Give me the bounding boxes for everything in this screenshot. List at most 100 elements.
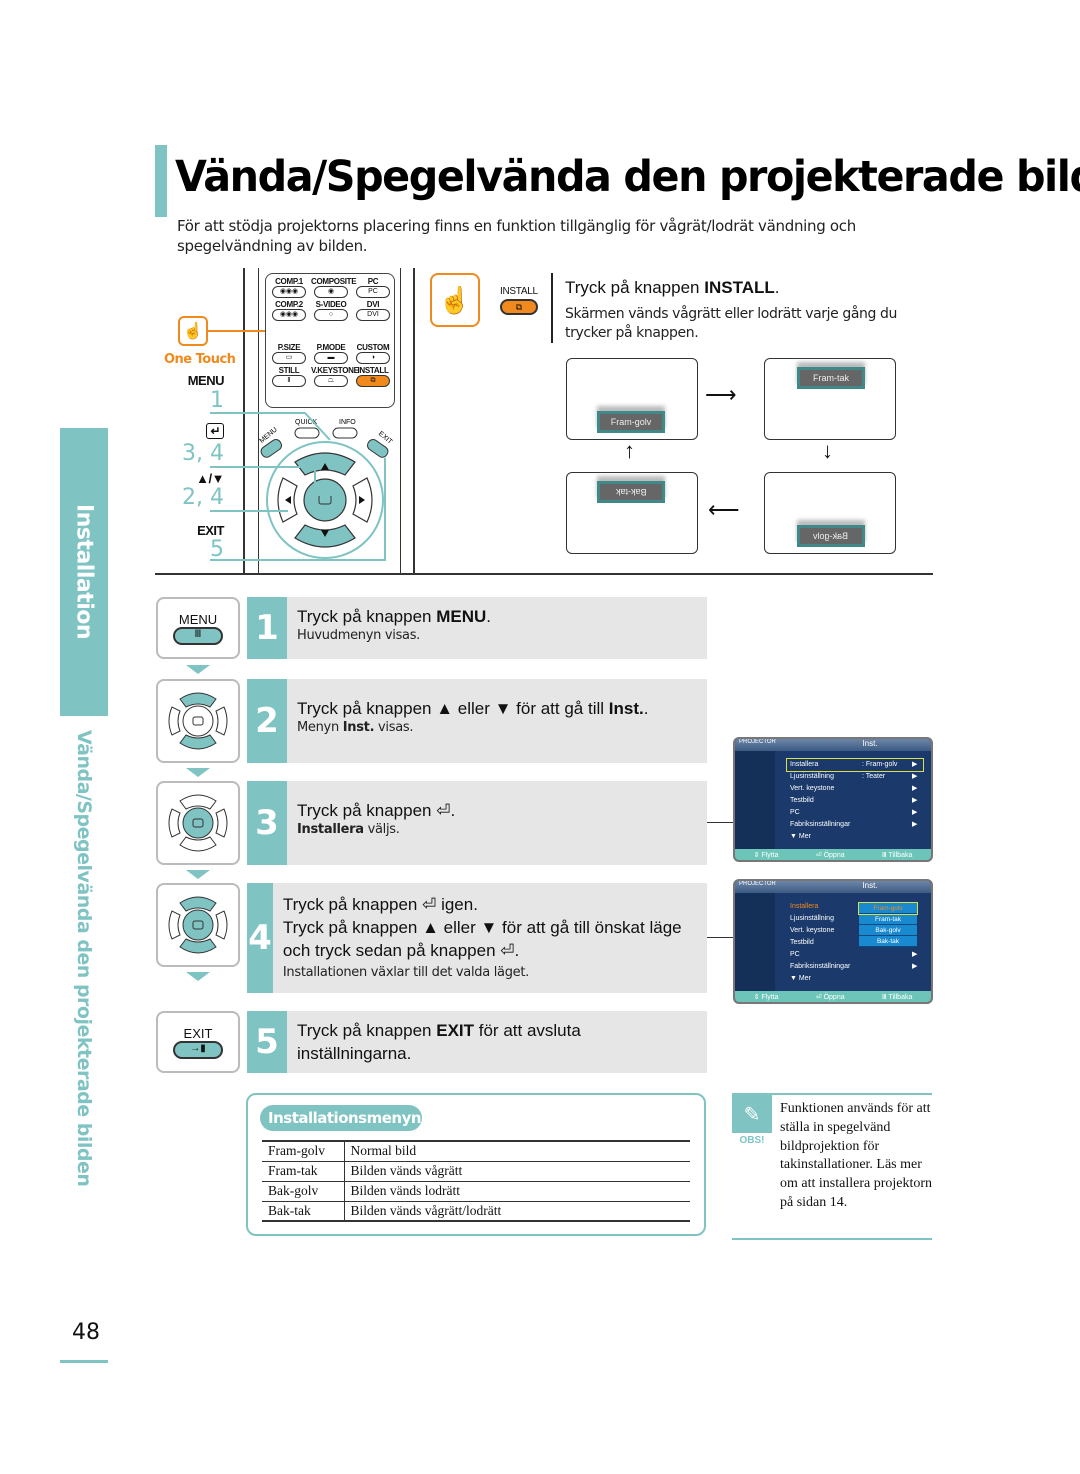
- arrow-left-icon: ⟵: [708, 497, 740, 522]
- step-instruction: Tryck på knappen MENU.: [297, 607, 492, 626]
- note-bottom-rule: [732, 1238, 932, 1240]
- osd-dropdown-option[interactable]: Fram-tak: [859, 914, 917, 925]
- install-mode-name: Bak-golv: [262, 1181, 345, 1202]
- osd-item-label: Ljusinställning: [790, 915, 834, 922]
- osd-item-label: Testbild: [790, 939, 814, 946]
- remote-button-comp2[interactable]: COMP.2 ◉◉◉: [268, 300, 310, 321]
- remote-button-dvi[interactable]: DVI DVI: [352, 300, 394, 321]
- osd-item-value: : Teater: [862, 773, 886, 780]
- install-mode-description: Normal bild: [344, 1140, 690, 1162]
- osd-dropdown-option[interactable]: Bak-golv: [859, 925, 917, 936]
- step-note: Installera väljs.: [297, 822, 400, 837]
- step-number: 4: [247, 883, 273, 993]
- osd-menu-item[interactable]: Testbild ▶: [787, 795, 923, 807]
- osd-item-label: Vert. keystone: [790, 785, 835, 792]
- osd-item-label: Installera: [790, 761, 819, 768]
- osd-menu-category-icons: [735, 751, 775, 851]
- table-row: Bak-golv Bilden vänds lodrätt: [262, 1181, 690, 1202]
- pencil-icon: ✎: [732, 1095, 772, 1133]
- note-label: OBS!: [739, 1135, 765, 1146]
- step-number: 3: [247, 781, 287, 865]
- remote-button-pmode[interactable]: P.MODE ▬: [310, 343, 352, 364]
- menu-button-icon[interactable]: Ⅲ: [173, 626, 223, 645]
- osd-menu-item[interactable]: PC ▶: [787, 807, 923, 819]
- menu-button-label: MENU: [178, 611, 218, 627]
- step-instruction: Tryck på knappen ⏎.: [297, 801, 456, 820]
- osd-menu-item[interactable]: Fabriksinställningar ▶: [787, 819, 923, 831]
- legend-leader-lines: [210, 412, 386, 561]
- osd-menu-screenshot-2: PROJECTORInst. Installera:Ljusinställnin…: [733, 879, 933, 1004]
- osd-item-label: PC: [790, 809, 800, 816]
- remote-button-comp1[interactable]: COMP.1 ◉◉◉: [268, 277, 310, 298]
- remote-button-composite[interactable]: COMPOSITE ◉: [310, 277, 357, 298]
- step-5: 5 Tryck på knappen EXIT för att avsluta …: [247, 1011, 707, 1073]
- osd-item-label: Ljusinställning: [790, 773, 834, 780]
- osd-menu-item[interactable]: PC ▶: [787, 949, 923, 961]
- osd-label-fram-tak: Fram-tak: [797, 367, 865, 389]
- nav-pad-enter-icon: [168, 794, 228, 852]
- osd-menu-items: Installera : Fram-golv ▶ Ljusinställning : T…: [786, 758, 924, 843]
- osd-menu-item[interactable]: Fabriksinställningar ▶: [787, 961, 923, 973]
- chevron-right-icon: ▶: [912, 821, 918, 828]
- page-title: Vända/Spegelvända den projekterade bilde…: [175, 152, 1080, 202]
- step-3: 3 Tryck på knappen ⏎. Installera väljs.: [247, 781, 707, 865]
- osd-menu-item[interactable]: ▼ Mer: [787, 973, 923, 985]
- install-menu-table: Fram-golv Normal bild Fram-tak Bilden vänds…: [262, 1140, 690, 1222]
- leader-line-osd-2: [707, 937, 735, 938]
- step-instruction: Tryck på knappen ⏎ igen.: [282, 895, 478, 914]
- step-number: 5: [247, 1011, 287, 1073]
- install-mode-description: Bilden vänds vågrätt/lodrätt: [344, 1201, 690, 1222]
- page-number: 48: [72, 1320, 100, 1345]
- osd-item-label: PC: [790, 951, 800, 958]
- table-row: Bak-tak Bilden vänds vågrätt/lodrätt: [262, 1201, 690, 1222]
- osd-item-value: [862, 819, 912, 831]
- osd-item-label: ▼ Mer: [790, 975, 811, 982]
- osd-menu-item[interactable]: Vert. keystone ▶: [787, 783, 923, 795]
- screen-fram-tak: Fram-tak: [764, 358, 896, 440]
- step-instruction: Tryck på knappen ▲ eller ▼ för att gå ti…: [297, 699, 649, 718]
- chevron-right-icon: ▶: [912, 797, 918, 804]
- osd-item-label: Fabriksinställningar: [790, 821, 851, 828]
- remote-button-still[interactable]: STILL Ⅱ: [268, 366, 310, 387]
- osd-item-value: : Fram-golv: [862, 761, 898, 768]
- section-divider: [155, 573, 933, 575]
- screen-bak-golv: Bak-golv: [764, 472, 896, 554]
- osd-item-label: Installera: [790, 903, 819, 910]
- side-tab-subtitle-label: Vända/Spegelvända den projekterade bilde…: [73, 730, 95, 1187]
- install-mode-name: Fram-golv: [262, 1140, 345, 1162]
- step-1: 1 Tryck på knappen MENU. Huvudmenyn visa…: [247, 597, 707, 659]
- remote-button-svideo[interactable]: S-VIDEO ○: [310, 300, 352, 321]
- step-flow-arrow-icon: [186, 768, 210, 777]
- remote-button-vkeystone[interactable]: V.KEYSTONE ⏢: [310, 366, 359, 387]
- remote-button-psize[interactable]: P.SIZE ▭: [268, 343, 310, 364]
- note-text: Funktionen används för att ställa in spe…: [780, 1101, 933, 1210]
- osd-item-value: [862, 949, 912, 961]
- table-row: Fram-tak Bilden vänds vågrätt: [262, 1161, 690, 1182]
- osd-menu-item[interactable]: Installera: Fram-golv ▶: [786, 758, 924, 772]
- side-tab-section-label: Installation: [71, 504, 97, 640]
- install-menu-title: Installationsmenyn: [260, 1105, 422, 1131]
- osd-menu-category-icons: [735, 893, 775, 993]
- osd-label-fram-golv: Fram-golv: [597, 411, 665, 433]
- osd-menu-footer: ⇕ Flytta ⏎ Öppna Ⅲ Tillbaka: [735, 991, 931, 1002]
- nav-pad-updown-icon: [168, 692, 228, 750]
- remote-button-pc[interactable]: PC PC: [352, 277, 394, 298]
- osd-menu-footer: ⇕ Flytta ⏎ Öppna Ⅲ Tillbaka: [735, 849, 931, 860]
- step-instruction: Tryck på knappen EXIT för att avsluta in…: [297, 1021, 581, 1063]
- exit-button-icon[interactable]: →▮: [173, 1040, 223, 1059]
- osd-dropdown-option[interactable]: Fram-golv: [858, 902, 918, 915]
- install-button[interactable]: ⧉: [500, 299, 538, 315]
- page-number-rule: [60, 1360, 108, 1363]
- osd-menu-item[interactable]: ▼ Mer: [787, 831, 923, 843]
- step-instruction-2: Tryck på knappen ▲ eller ▼ för att gå ti…: [282, 918, 682, 960]
- remote-button-custom[interactable]: CUSTOM ◑: [352, 343, 394, 364]
- chevron-right-icon: ▶: [912, 809, 918, 816]
- step-note: Huvudmenyn visas.: [297, 628, 421, 643]
- osd-menu-item[interactable]: Ljusinställning: Teater ▶: [787, 771, 923, 783]
- remote-button-install[interactable]: INSTALL ⧉: [352, 366, 394, 387]
- osd-dropdown-option[interactable]: Bak-tak: [859, 936, 917, 947]
- step4-nav-pad-card: [156, 883, 240, 967]
- osd-item-value: [862, 795, 912, 807]
- chevron-right-icon: ▶: [912, 785, 918, 792]
- exit-button-label: EXIT: [183, 1025, 213, 1041]
